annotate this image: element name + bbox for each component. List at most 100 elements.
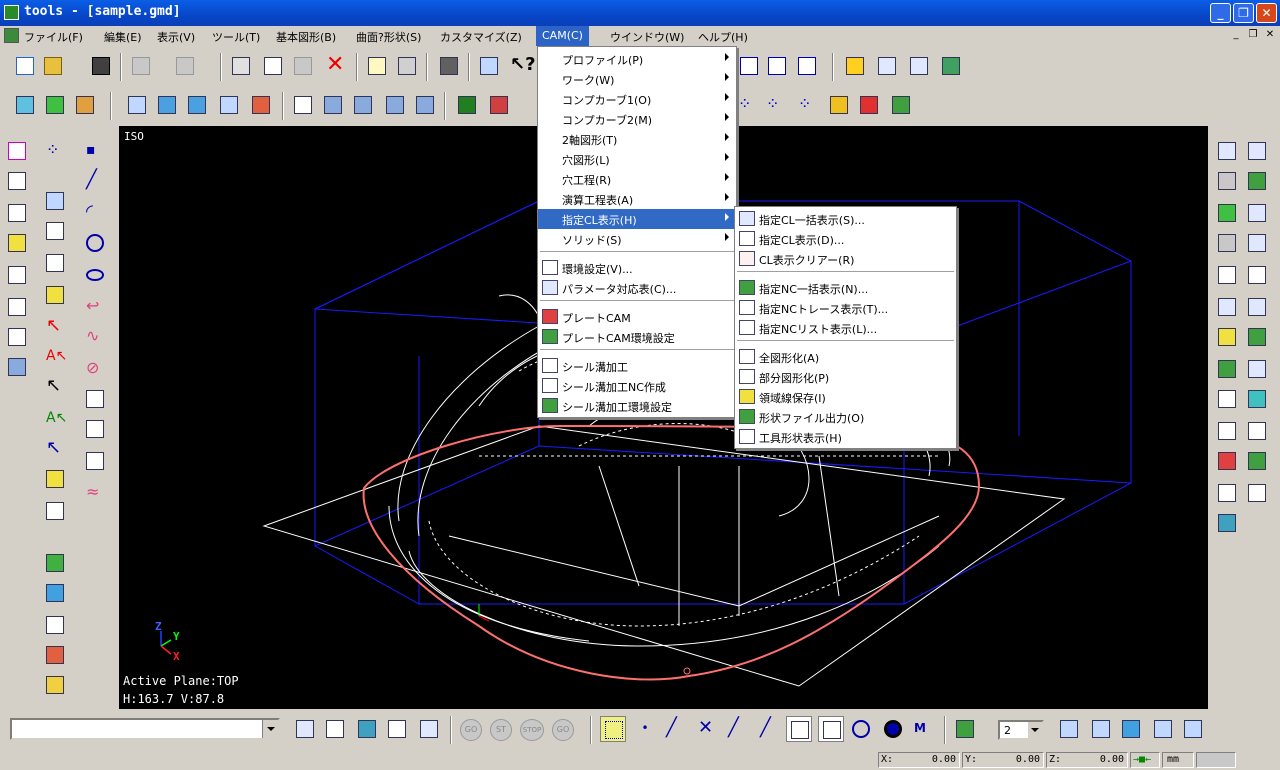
cam-menu-plate-cam-settings[interactable]: プレートCAM環境設定: [538, 327, 736, 347]
chevron-down-icon[interactable]: [1028, 722, 1042, 738]
menu-view[interactable]: 表示(V): [157, 29, 195, 45]
copy-icon[interactable]: [260, 53, 286, 79]
cl-doc-icon[interactable]: [1244, 418, 1270, 444]
select-arrow-icon[interactable]: ↖: [42, 314, 68, 340]
tool-icon[interactable]: [42, 580, 68, 606]
cl-list-icon[interactable]: [1214, 168, 1240, 194]
cl-split-icon[interactable]: [1244, 480, 1270, 506]
command-dropdown[interactable]: [10, 718, 280, 740]
paste-icon[interactable]: [290, 53, 316, 79]
wave-icon[interactable]: ≈: [82, 480, 108, 506]
layer-manage-icon[interactable]: [1180, 716, 1206, 742]
cl-diamond-icon[interactable]: [1244, 386, 1270, 412]
stop-button[interactable]: STOP: [520, 719, 544, 741]
cl-bar-icon[interactable]: [1244, 294, 1270, 320]
close-button[interactable]: ✕: [1256, 3, 1277, 23]
cl-step-icon[interactable]: [1214, 386, 1240, 412]
copy-shape-icon[interactable]: [42, 218, 68, 244]
snap-mid-icon[interactable]: ╱: [724, 716, 750, 742]
check-icon[interactable]: [42, 642, 68, 668]
menu-customize[interactable]: カスタマイズ(Z): [440, 29, 522, 45]
property-icon[interactable]: [476, 53, 502, 79]
view-iso1-icon[interactable]: [320, 92, 346, 118]
select-text-icon[interactable]: A↖: [42, 344, 68, 370]
help-pointer-icon[interactable]: ↖?: [506, 53, 536, 79]
info-icon[interactable]: [4, 294, 30, 320]
trim-icon[interactable]: [856, 92, 882, 118]
cl-page-icon[interactable]: [1244, 448, 1270, 474]
layer-move-icon[interactable]: [906, 53, 932, 79]
snap-vertex-icon[interactable]: [818, 716, 844, 742]
cylinder-wire-icon[interactable]: [124, 92, 150, 118]
monitor-icon[interactable]: [486, 92, 512, 118]
view-iso3-icon[interactable]: [382, 92, 408, 118]
layer-tree-icon[interactable]: [938, 53, 964, 79]
tool-shape-display[interactable]: 工具形状表示(H): [735, 427, 956, 447]
cl-box-icon[interactable]: [1214, 356, 1240, 382]
cam-menu-seal-groove-nc[interactable]: シール溝加工NC作成: [538, 376, 736, 396]
cam-menu-cl-display[interactable]: 指定CL表示(H): [538, 209, 736, 229]
menu-surface-shape[interactable]: 曲面?形状(S): [356, 29, 421, 45]
layer-table-icon[interactable]: [1088, 716, 1114, 742]
arc-fill-icon[interactable]: [4, 230, 30, 256]
loop-icon[interactable]: [4, 200, 30, 226]
snap-circle-icon[interactable]: [848, 716, 874, 742]
snap-grid-icon[interactable]: [600, 716, 626, 742]
cut-icon[interactable]: [228, 53, 254, 79]
cam-menu-hole-process[interactable]: 穴工程(R): [538, 169, 736, 189]
undo-icon[interactable]: [128, 53, 154, 79]
mdi-close-button[interactable]: ✕: [1262, 29, 1278, 43]
sketch-icon[interactable]: [4, 138, 30, 164]
cl-drill-icon[interactable]: [1214, 294, 1240, 320]
hatch-icon[interactable]: [248, 92, 274, 118]
menu-file[interactable]: ファイル(F): [24, 29, 83, 45]
edit-list-icon[interactable]: [384, 716, 410, 742]
menu-cam[interactable]: CAM(C): [536, 26, 589, 46]
menu-help[interactable]: ヘルプ(H): [698, 29, 748, 45]
select-label-icon[interactable]: A↖: [42, 406, 68, 432]
shade-icon[interactable]: [12, 92, 38, 118]
cam-menu-seal-groove[interactable]: シール溝加工: [538, 356, 736, 376]
layer-dropdown[interactable]: 2: [998, 720, 1044, 740]
solid-cube-icon[interactable]: [42, 612, 68, 638]
cam-menu-plate-cam[interactable]: プレートCAM: [538, 307, 736, 327]
branch-icon[interactable]: [82, 416, 108, 442]
layer-add-icon[interactable]: [1118, 716, 1144, 742]
measure-icon[interactable]: [4, 324, 30, 350]
info-sound-icon[interactable]: [42, 498, 68, 524]
fillet-icon[interactable]: ↩: [82, 294, 108, 320]
hand-icon[interactable]: [826, 92, 852, 118]
cam-menu-solid[interactable]: ソリッド(S): [538, 229, 736, 249]
cl-tool-icon[interactable]: [1244, 356, 1270, 382]
menu-tools[interactable]: ツール(T): [212, 29, 260, 45]
view-iso2-icon[interactable]: [350, 92, 376, 118]
window-tile-icon[interactable]: [454, 92, 480, 118]
points-icon[interactable]: ⁘: [42, 138, 68, 164]
cl-sheet-icon[interactable]: [1214, 324, 1240, 350]
cl-table-icon[interactable]: [1214, 138, 1240, 164]
move-shape-icon[interactable]: [42, 250, 68, 276]
cl-pocket-icon[interactable]: [1214, 262, 1240, 288]
chevron-down-icon[interactable]: [262, 720, 278, 738]
cl-rotate-icon[interactable]: [1244, 200, 1270, 226]
snap-dot-icon[interactable]: •: [632, 716, 658, 742]
maximize-button[interactable]: ❐: [1233, 3, 1254, 23]
cl-batch-display[interactable]: 指定CL一括表示(S)...: [735, 209, 956, 229]
curve-icon[interactable]: [4, 168, 30, 194]
print-icon[interactable]: [394, 53, 420, 79]
print-preview-icon[interactable]: [364, 53, 390, 79]
grid-double-icon[interactable]: [764, 53, 790, 79]
select-layer-icon[interactable]: ↖: [42, 436, 68, 462]
nc-batch-display[interactable]: 指定NC一括表示(N)...: [735, 278, 956, 298]
new-file-icon[interactable]: [12, 53, 38, 79]
cl-fork-icon[interactable]: [1214, 480, 1240, 506]
snap-line-icon[interactable]: ╱: [662, 716, 688, 742]
cl-gray-icon[interactable]: [1214, 230, 1240, 256]
lightbulb-icon[interactable]: [42, 466, 68, 492]
sheet-icon[interactable]: [416, 716, 442, 742]
go-button[interactable]: GO: [460, 719, 482, 741]
grid-icon[interactable]: [736, 53, 762, 79]
layer-select-icon[interactable]: [952, 716, 978, 742]
layer-copy-icon[interactable]: [1056, 716, 1082, 742]
snap-center-icon[interactable]: ⁘: [762, 92, 788, 118]
